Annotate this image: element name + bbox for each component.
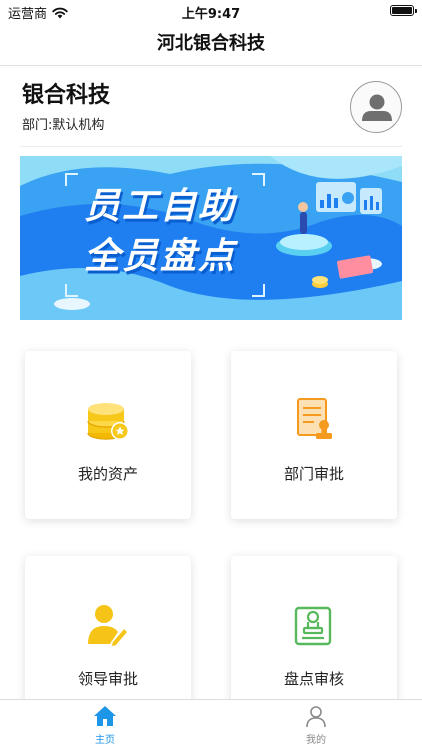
coins-icon (87, 403, 129, 440)
organization-name: 银合科技 (22, 83, 111, 108)
leader-sign-icon (88, 605, 130, 648)
banner-line-2: 全员盘点 (83, 236, 236, 277)
tab-mine[interactable]: 我的 (286, 704, 346, 748)
approval-document-icon (297, 398, 332, 439)
card-label: 我的资产 (77, 465, 138, 483)
battery-icon (390, 5, 417, 16)
card-department-approval[interactable]: 部门审批 (231, 351, 397, 519)
bottom-tab-bar: 主页 我的 (0, 699, 422, 750)
user-icon (306, 706, 326, 728)
status-bar: 运营商 上午9:47 (0, 0, 422, 22)
user-avatar-icon (362, 94, 392, 121)
card-label: 部门审批 (283, 465, 344, 483)
inventory-audit-icon (294, 606, 332, 646)
avatar[interactable] (350, 81, 402, 133)
card-label: 盘点审核 (283, 670, 344, 688)
home-icon (94, 706, 116, 726)
card-my-assets[interactable]: 我的资产 (25, 351, 191, 519)
department-label: 部门:默认机构 (22, 118, 105, 133)
navigation-bar: 河北银合科技 (0, 22, 422, 66)
banner-line-1: 员工自助 (83, 186, 236, 227)
page-title: 河北银合科技 (157, 33, 265, 54)
profile-header: 银合科技 部门:默认机构 (0, 66, 422, 146)
banner-headline: 员工自助 全员盘点 (50, 182, 270, 282)
tab-home-label: 主页 (95, 735, 115, 746)
status-time: 上午9:47 (181, 7, 241, 22)
tab-mine-label: 我的 (306, 735, 326, 746)
promo-banner[interactable]: 员工自助 全员盘点 (20, 156, 402, 320)
header-divider (20, 146, 402, 147)
tab-home[interactable]: 主页 (75, 704, 135, 748)
card-label: 领导审批 (77, 670, 138, 688)
